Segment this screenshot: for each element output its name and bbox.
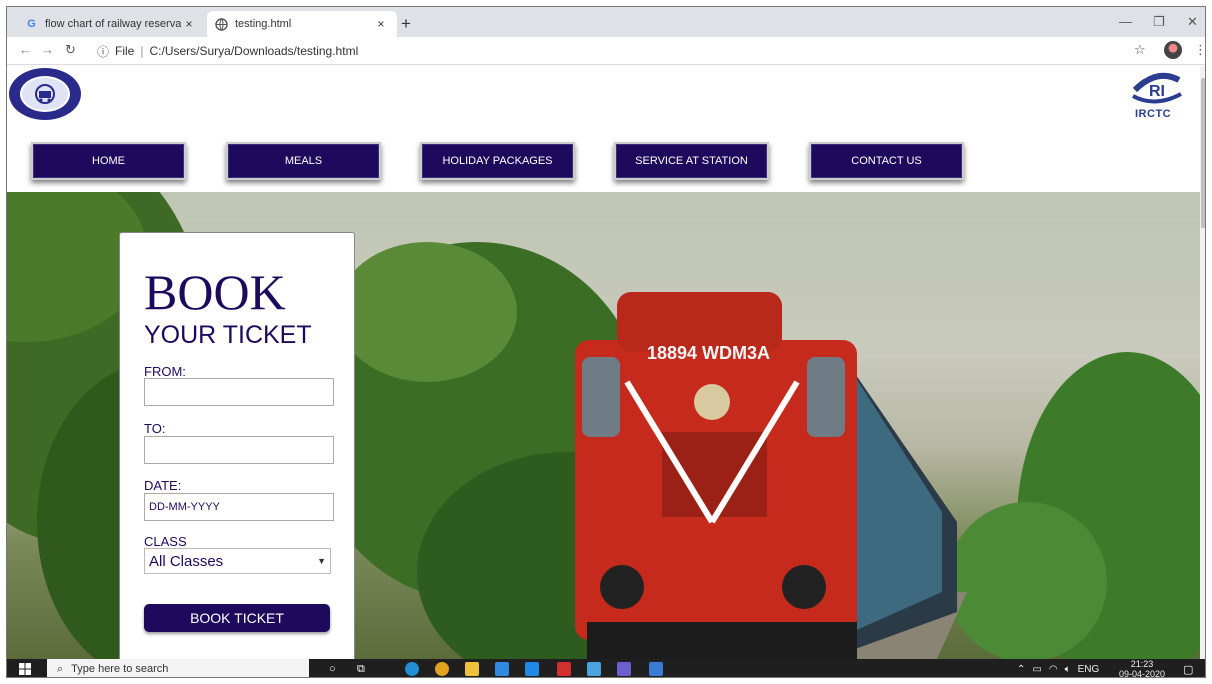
volume-icon[interactable]: 🔈︎ (1065, 664, 1071, 675)
nav-meals-button[interactable]: MEALS (226, 142, 381, 180)
class-label: CLASS (144, 534, 187, 549)
booking-title: BOOK (144, 264, 286, 320)
page-scrollbar[interactable] (1200, 66, 1205, 659)
windows-taskbar: ⌕ Type here to search ○ ⧉ ⌃ ▭ ◠ 🔈︎ ENG 2… (7, 659, 1205, 678)
taskbar-search-input[interactable]: ⌕ Type here to search (47, 659, 309, 677)
clock-time: 21:23 (1130, 659, 1154, 669)
task-view-icon[interactable]: ⧉ (357, 659, 365, 677)
url-text: C:/Users/Surya/Downloads/testing.html (149, 44, 359, 58)
clock-date: 09-04-2020 (1119, 669, 1166, 678)
cortana-icon[interactable]: ○ (329, 659, 336, 677)
tab-testing[interactable]: testing.html × (207, 11, 397, 37)
page-content: RI IRCTC HOME MEALS HOLIDAY PACKAGES SER… (7, 66, 1200, 659)
minimize-button[interactable]: — (1119, 14, 1132, 29)
from-label: FROM: (144, 364, 186, 379)
url-separator: | (140, 44, 144, 58)
acrobat-icon[interactable] (557, 662, 571, 676)
dropdown-arrow-icon: ▼ (317, 556, 326, 566)
date-label: DATE: (144, 478, 182, 493)
booking-subtitle: YOUR TICKET (144, 321, 312, 349)
loco-number-text: 18894 WDM3A (647, 343, 770, 363)
close-window-button[interactable]: ✕ (1187, 14, 1198, 30)
mail-icon[interactable] (525, 662, 539, 676)
irctc-emblem-icon: RI (1132, 72, 1182, 104)
close-tab-icon[interactable]: × (181, 17, 197, 31)
wifi-icon[interactable]: ◠ (1049, 664, 1058, 675)
nav-home-button[interactable]: HOME (31, 142, 186, 180)
notepad-icon[interactable] (649, 662, 663, 676)
from-input[interactable] (144, 378, 334, 406)
indian-railways-logo[interactable] (9, 68, 81, 120)
notifications-icon[interactable]: ▢ (1183, 659, 1193, 677)
file-explorer-icon[interactable] (465, 662, 479, 676)
book-ticket-button[interactable]: BOOK TICKET (144, 604, 330, 632)
tab-title: testing.html (235, 18, 292, 30)
menu-kebab-icon[interactable]: ⋮ (1194, 42, 1205, 58)
bookmark-star-icon[interactable]: ☆ (1134, 42, 1146, 58)
profile-avatar-icon[interactable] (1164, 41, 1182, 59)
search-placeholder: Type here to search (71, 663, 169, 675)
svg-text:RI: RI (1149, 83, 1165, 100)
booking-panel: BOOK YOUR TICKET FROM: TO: DATE: DD-MM-Y… (119, 232, 355, 659)
to-label: TO: (144, 421, 166, 436)
back-arrow-icon[interactable]: ← (19, 42, 32, 57)
windows-start-icon[interactable] (19, 659, 31, 677)
forward-arrow-icon[interactable]: → (41, 42, 54, 57)
info-icon: ⓘ (97, 44, 110, 59)
address-bar[interactable]: ⓘ File | C:/Users/Surya/Downloads/testin… (93, 40, 1133, 62)
nav-service-at-station-button[interactable]: SERVICE AT STATION (614, 142, 769, 180)
to-input[interactable] (144, 436, 334, 464)
date-input[interactable]: DD-MM-YYYY (144, 493, 334, 521)
nav-holiday-packages-button[interactable]: HOLIDAY PACKAGES (420, 142, 575, 180)
irctc-logo[interactable]: RI IRCTC (1127, 66, 1195, 126)
edge-icon[interactable] (405, 662, 419, 676)
class-select[interactable]: All Classes ▼ (144, 548, 331, 574)
browser-tab-strip: G flow chart of railway reservation × te… (7, 7, 1205, 37)
battery-icon[interactable]: ▭ (1032, 664, 1041, 675)
reload-icon[interactable]: ↻ (65, 42, 76, 58)
tab-title: flow chart of railway reservation (45, 18, 181, 30)
tray-icons[interactable]: ⌃ ▭ ◠ 🔈︎ ENG (1017, 659, 1100, 677)
new-tab-button[interactable]: + (401, 14, 411, 34)
search-icon: ⌕ (57, 662, 64, 675)
scrollbar-thumb[interactable] (1201, 78, 1205, 228)
chevron-up-icon[interactable]: ⌃ (1017, 664, 1025, 675)
taskbar-clock[interactable]: 21:23 09-04-2020 (1119, 659, 1166, 678)
app-icon[interactable] (587, 662, 601, 676)
main-navigation: HOME MEALS HOLIDAY PACKAGES SERVICE AT S… (7, 133, 1200, 193)
irctc-logo-text: IRCTC (1135, 108, 1172, 120)
chrome-icon[interactable] (435, 662, 449, 676)
tab-flow-chart[interactable]: G flow chart of railway reservation × (17, 11, 205, 37)
restore-button[interactable]: ❐ (1153, 14, 1165, 30)
close-tab-icon[interactable]: × (373, 17, 389, 31)
dev-app-icon[interactable] (617, 662, 631, 676)
logo-emblem-icon (20, 76, 70, 112)
globe-icon (215, 17, 228, 31)
language-indicator[interactable]: ENG (1078, 664, 1100, 675)
store-icon[interactable] (495, 662, 509, 676)
url-prefix: File (115, 44, 135, 58)
google-icon: G (27, 18, 36, 30)
browser-toolbar: ← → ↻ ⓘ File | C:/Users/Surya/Downloads/… (7, 37, 1205, 65)
nav-contact-us-button[interactable]: CONTACT US (809, 142, 964, 180)
screen-frame: G flow chart of railway reservation × te… (6, 6, 1206, 678)
class-selected-value: All Classes (149, 552, 224, 570)
